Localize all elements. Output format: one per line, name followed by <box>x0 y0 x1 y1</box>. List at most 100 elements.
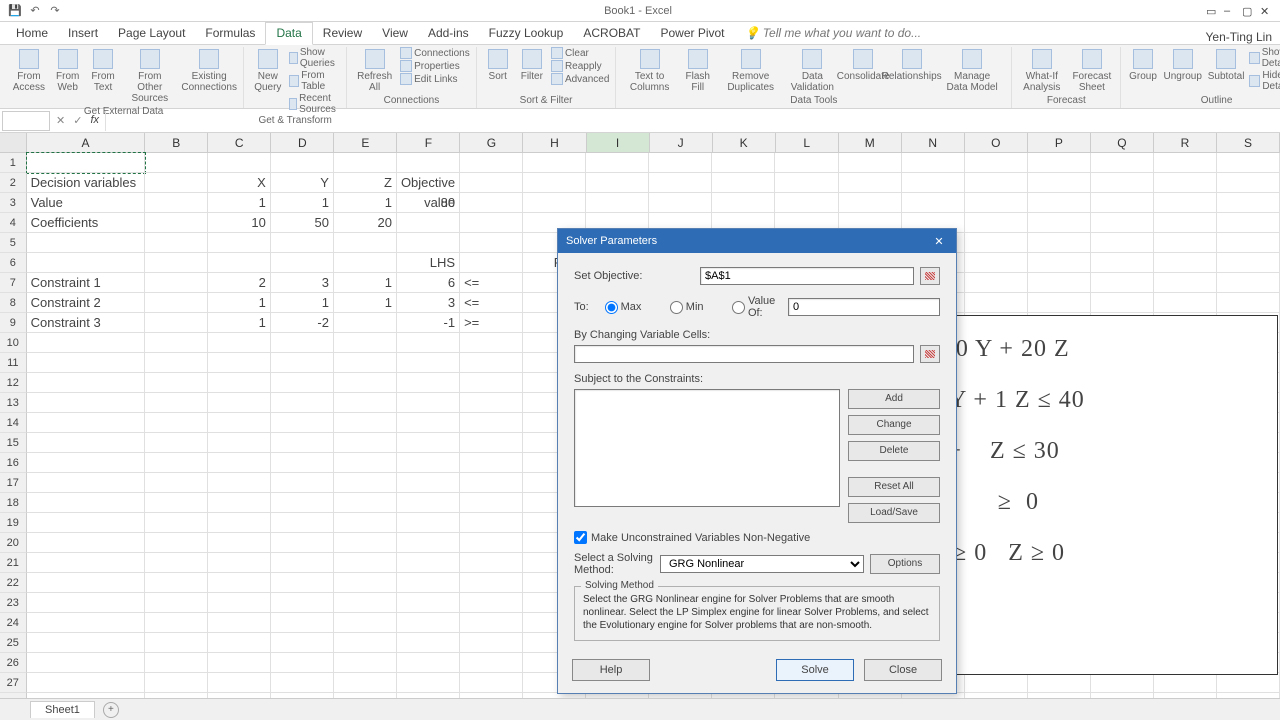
range-picker-icon[interactable] <box>920 267 940 285</box>
row-header[interactable]: 16 <box>0 453 27 473</box>
cell[interactable] <box>460 373 523 393</box>
cell[interactable] <box>145 473 208 493</box>
cell[interactable] <box>460 433 523 453</box>
cell[interactable] <box>397 473 460 493</box>
cell[interactable] <box>1091 673 1154 693</box>
cell[interactable] <box>334 333 397 353</box>
cell[interactable] <box>208 453 271 473</box>
cell[interactable] <box>1154 173 1217 193</box>
cell[interactable] <box>271 393 334 413</box>
cell[interactable] <box>145 253 208 273</box>
cell[interactable]: 3 <box>271 273 334 293</box>
cell[interactable] <box>1028 253 1091 273</box>
cell[interactable] <box>271 633 334 653</box>
cell[interactable] <box>27 473 145 493</box>
row-header[interactable]: 20 <box>0 533 27 553</box>
cell[interactable] <box>460 473 523 493</box>
cell[interactable] <box>1028 213 1091 233</box>
connections-button[interactable]: Connections <box>400 47 470 59</box>
cell[interactable] <box>1154 293 1217 313</box>
cell[interactable] <box>27 593 145 613</box>
cell[interactable] <box>397 633 460 653</box>
cell[interactable] <box>965 293 1028 313</box>
forecast-sheet-button[interactable]: Forecast Sheet <box>1069 47 1114 95</box>
changing-cells-input[interactable] <box>574 345 914 363</box>
cell[interactable] <box>397 573 460 593</box>
cell[interactable] <box>1091 173 1154 193</box>
cell[interactable] <box>145 593 208 613</box>
cell[interactable] <box>27 653 145 673</box>
cell[interactable] <box>145 293 208 313</box>
cell[interactable] <box>208 473 271 493</box>
cell[interactable]: Constraint 2 <box>27 293 145 313</box>
from-web-button[interactable]: From Web <box>52 47 84 95</box>
column-header[interactable]: O <box>965 133 1028 152</box>
cell[interactable] <box>271 353 334 373</box>
cell[interactable] <box>1154 193 1217 213</box>
cell[interactable] <box>397 533 460 553</box>
cell[interactable] <box>712 193 775 213</box>
cell[interactable] <box>145 573 208 593</box>
row-header[interactable]: 24 <box>0 613 27 633</box>
cell[interactable] <box>712 153 775 173</box>
cell[interactable] <box>145 533 208 553</box>
cell[interactable] <box>586 173 649 193</box>
cell[interactable] <box>839 173 902 193</box>
cell[interactable] <box>839 153 902 173</box>
max-radio[interactable]: Max <box>605 301 642 314</box>
cell[interactable] <box>27 253 145 273</box>
tab-formulas[interactable]: Formulas <box>195 23 265 44</box>
cell[interactable] <box>649 173 712 193</box>
column-header[interactable]: S <box>1217 133 1280 152</box>
cell[interactable] <box>902 173 965 193</box>
cell[interactable] <box>271 653 334 673</box>
cell[interactable] <box>27 393 145 413</box>
cell[interactable] <box>902 153 965 173</box>
column-header[interactable]: I <box>587 133 650 152</box>
range-picker-icon[interactable] <box>920 345 940 363</box>
cell[interactable] <box>145 433 208 453</box>
consolidate-button[interactable]: Consolidate <box>842 47 884 84</box>
cell[interactable] <box>397 653 460 673</box>
cell[interactable] <box>397 413 460 433</box>
cell[interactable] <box>1028 153 1091 173</box>
cell[interactable] <box>334 233 397 253</box>
row-header[interactable]: 11 <box>0 353 27 373</box>
row-header[interactable]: 17 <box>0 473 27 493</box>
row-header[interactable]: 19 <box>0 513 27 533</box>
cell[interactable]: <= <box>460 273 523 293</box>
cell[interactable] <box>649 193 712 213</box>
cell[interactable] <box>460 573 523 593</box>
constraints-listbox[interactable] <box>574 389 840 507</box>
cell[interactable]: 1 <box>334 193 397 213</box>
close-button[interactable]: Close <box>864 659 942 681</box>
cell[interactable] <box>334 533 397 553</box>
enter-icon[interactable]: ✓ <box>73 114 82 127</box>
cell[interactable] <box>397 353 460 373</box>
cell[interactable] <box>145 453 208 473</box>
cell[interactable] <box>460 393 523 413</box>
row-header[interactable]: 5 <box>0 233 27 253</box>
cell[interactable]: -2 <box>271 313 334 333</box>
row-header[interactable]: 15 <box>0 433 27 453</box>
column-header[interactable]: F <box>397 133 460 152</box>
row-header[interactable]: 25 <box>0 633 27 653</box>
user-name[interactable]: Yen-Ting Lin <box>1206 30 1280 44</box>
cell[interactable] <box>208 413 271 433</box>
cell[interactable] <box>460 653 523 673</box>
cell[interactable] <box>1091 273 1154 293</box>
column-header[interactable]: Q <box>1091 133 1154 152</box>
reset-all-button[interactable]: Reset All <box>848 477 940 497</box>
whatif-button[interactable]: What-If Analysis <box>1018 47 1065 95</box>
fx-icon[interactable]: fx <box>90 114 99 127</box>
cell[interactable] <box>397 553 460 573</box>
cell[interactable]: <= <box>460 293 523 313</box>
cell[interactable] <box>1217 173 1280 193</box>
cell[interactable] <box>334 613 397 633</box>
tab-page-layout[interactable]: Page Layout <box>108 23 195 44</box>
solve-button[interactable]: Solve <box>776 659 854 681</box>
cell[interactable] <box>334 313 397 333</box>
cell[interactable] <box>397 213 460 233</box>
column-header[interactable]: B <box>145 133 208 152</box>
cell[interactable] <box>271 333 334 353</box>
